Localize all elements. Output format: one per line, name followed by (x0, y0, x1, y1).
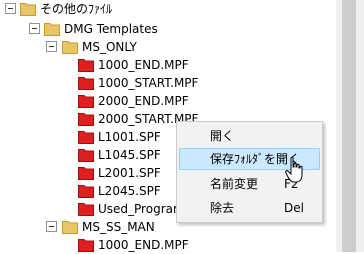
tree-node-label: MS_ONLY (82, 40, 137, 54)
menu-item-label: 名前変更 (210, 177, 259, 191)
red-folder-file-icon (78, 131, 94, 144)
tree-item-file[interactable]: 1000_END.MPF (0, 236, 330, 254)
red-folder-file-icon (78, 77, 94, 90)
folder-icon (62, 41, 78, 54)
tree-item-label: L2045.SPF (98, 184, 161, 198)
tree-item-label: L1001.SPF (98, 130, 161, 144)
tree-node-label: その他のﾌｧｲﾙ (40, 2, 113, 16)
red-folder-file-icon (78, 185, 94, 198)
scrollbar-thumb[interactable] (342, 0, 356, 252)
red-folder-file-icon (78, 149, 94, 162)
menu-item-label: 開く (210, 129, 235, 143)
tree-item-file[interactable]: 2000_END.MPF (0, 92, 330, 110)
folder-icon (20, 3, 36, 16)
folder-icon (44, 23, 60, 36)
menu-item-delete[interactable]: 除去 Del (179, 197, 320, 219)
vertical-scrollbar[interactable] (336, 0, 364, 252)
tree-item-file[interactable]: 1000_START.MPF (0, 74, 330, 92)
menu-item-label: 除去 (210, 201, 235, 215)
tree-item-label: 1000_END.MPF (98, 238, 189, 252)
red-folder-file-icon (78, 113, 94, 126)
red-folder-file-icon (78, 203, 94, 216)
collapse-toggle-icon[interactable] (46, 41, 57, 52)
tree-node-label: DMG Templates (64, 22, 158, 36)
collapse-toggle-icon[interactable] (46, 221, 57, 232)
tree-item-label: Used_Program (98, 202, 185, 216)
tree-node-other-files[interactable]: その他のﾌｧｲﾙ (0, 0, 330, 18)
red-folder-file-icon (78, 59, 94, 72)
tree-item-file[interactable]: 1000_END.MPF (0, 56, 330, 74)
hand-cursor-icon (285, 156, 303, 183)
tree-node-label: MS_SS_MAN (82, 220, 155, 234)
tree-node-ms-only[interactable]: MS_ONLY (0, 38, 330, 56)
folder-icon (62, 221, 78, 234)
tree-item-label: L2001.SPF (98, 166, 161, 180)
tree-item-label: 1000_END.MPF (98, 58, 189, 72)
collapse-toggle-icon[interactable] (5, 3, 16, 14)
collapse-toggle-icon[interactable] (29, 23, 40, 34)
red-folder-file-icon (78, 95, 94, 108)
menu-item-open[interactable]: 開く (179, 125, 320, 147)
red-folder-file-icon (78, 239, 94, 252)
tree-item-label: 2000_END.MPF (98, 94, 189, 108)
red-folder-file-icon (78, 167, 94, 180)
tree-node-dmg-templates[interactable]: DMG Templates (0, 20, 330, 38)
tree-item-label: 1000_START.MPF (98, 76, 199, 90)
tree-item-label: L1045.SPF (98, 148, 161, 162)
menu-shortcut: Del (284, 201, 304, 215)
